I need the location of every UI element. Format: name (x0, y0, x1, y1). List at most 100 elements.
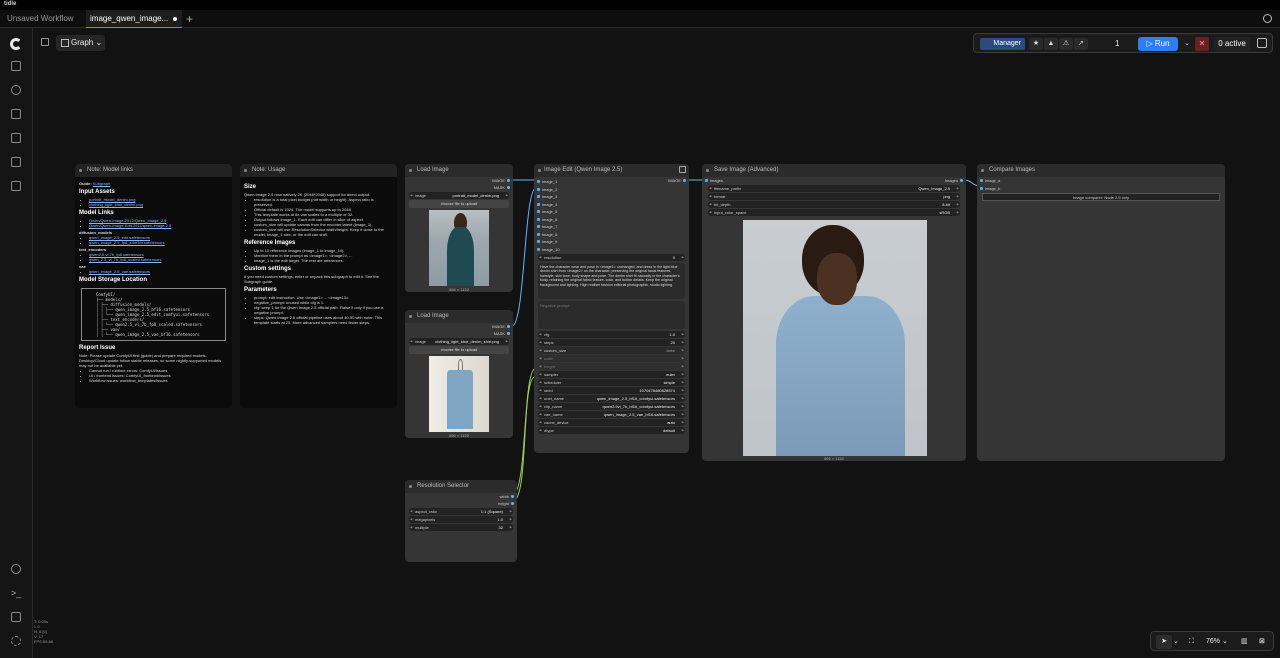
queue-count[interactable]: 1 (1115, 38, 1119, 50)
clip-name-widget[interactable]: clip_name qwen2.5vl_7b_bf16_comfyui.safet… (538, 403, 685, 410)
vae-link[interactable]: qwen_image_2.5_vae.safetensors (89, 269, 150, 274)
image-select[interactable]: image portrait_model_denim.png (409, 192, 509, 199)
zoom-level[interactable]: 76% ⌄ (1206, 635, 1228, 649)
input-image-8[interactable]: image_8 (534, 231, 689, 239)
models-icon[interactable] (11, 85, 21, 95)
input-image-a[interactable]: image_a (977, 177, 1225, 185)
cache-device-widget[interactable]: cache_device auto (538, 419, 685, 426)
user-account-icon[interactable] (1263, 14, 1272, 23)
input-image-9[interactable]: image_9 (534, 238, 689, 246)
tab-image-qwen[interactable]: image_qwen_image... (86, 10, 182, 28)
input-image-4[interactable]: image_4 (534, 201, 689, 209)
negative-prompt-textarea[interactable]: Negative prompt (538, 301, 685, 329)
bit-depth-widget[interactable]: bit_depth 8-bit (708, 201, 960, 208)
node-title[interactable]: Load Image (405, 310, 513, 323)
format-widget[interactable]: format png (708, 193, 960, 200)
multiple-widget[interactable]: multiple 32 (409, 524, 513, 531)
node-title[interactable]: Resolution Selector (405, 480, 517, 493)
run-options-chevron-icon[interactable]: ⌄ (1180, 38, 1194, 50)
output-images[interactable]: images (906, 177, 966, 184)
node-title[interactable]: Load Image (405, 164, 513, 177)
minimap-icon[interactable]: ▥ (1241, 635, 1248, 649)
text-encoder-link[interactable]: qwen_2.5_vl_7b_fp8_scaled.safetensors (89, 257, 162, 262)
guide-link[interactable]: Subgraph (93, 181, 110, 186)
help-icon[interactable] (11, 564, 21, 574)
filename-prefix-widget[interactable]: filename_prefix Qwen_Image_2.5 (708, 185, 960, 192)
input-image-10[interactable]: image_10 (534, 246, 689, 254)
note-usage[interactable]: Note: Usage Size Qwen Image 2.5 now nati… (240, 164, 397, 408)
compare-images-node[interactable]: Compare Images image_a image_b Image com… (977, 164, 1225, 461)
input-image-6[interactable]: image_6 (534, 216, 689, 224)
node-title[interactable]: Save Image (Advanced) (702, 164, 966, 177)
output-image[interactable]: IMAGE (405, 177, 513, 184)
scheduler-widget[interactable]: scheduler simple (538, 379, 685, 386)
run-button[interactable]: ▷ Run (1138, 37, 1178, 51)
open-subgraph-icon[interactable] (679, 166, 686, 173)
link-visibility-icon[interactable]: ⊠ (1259, 635, 1265, 649)
upload-button[interactable]: choose file to upload (409, 200, 509, 208)
note-model-links[interactable]: Note: Model links Guide: Subgraph Input … (75, 164, 232, 408)
seed-widget[interactable]: seed 1070478480828574 (538, 387, 685, 394)
output-mask[interactable]: MASK (405, 330, 513, 337)
workflows-icon[interactable] (11, 133, 21, 143)
input-image-2[interactable]: image_2 (534, 186, 689, 194)
star-icon[interactable]: ★ (1029, 38, 1043, 50)
unet-name-widget[interactable]: unet_name qwen_image_2.5_bf16_comfyui.saf… (538, 395, 685, 402)
output-width[interactable]: width (405, 493, 517, 500)
color-space-widget[interactable]: input_color_space sRGB (708, 209, 960, 216)
templates-icon[interactable] (11, 157, 21, 167)
panel-toggle-icon[interactable] (41, 38, 49, 46)
cursor-mode-chevron-icon[interactable]: ⌄ (1173, 635, 1179, 649)
width-widget[interactable]: width (538, 355, 685, 362)
megapixels-widget[interactable]: megapixels 1.0 (409, 516, 513, 523)
graph-mode-button[interactable]: Graph ⌄ (56, 35, 105, 51)
warning-icon[interactable]: ⚠ (1059, 38, 1073, 50)
fit-view-icon[interactable]: ⛶ (1189, 635, 1194, 649)
resolution-selector-node[interactable]: Resolution Selector width height aspect_… (405, 480, 517, 562)
sampler-widget[interactable]: sampler euler (538, 371, 685, 378)
input-images[interactable]: images (702, 177, 723, 185)
image-edit-node[interactable]: Image Edit (Qwen Image 2.5) IMAGE image_… (534, 164, 689, 453)
load-image-node-1[interactable]: Load Image IMAGE MASK image portrait_mode… (405, 164, 513, 292)
output-preview-image[interactable] (743, 220, 927, 456)
cancel-run-button[interactable]: ✕ (1195, 37, 1209, 51)
share-icon[interactable]: ➚ (1074, 38, 1088, 50)
node-title[interactable]: Note: Model links (75, 164, 232, 177)
right-panel-icon[interactable] (1257, 38, 1267, 48)
aspect-ratio-widget[interactable]: aspect_ratio 1:1 (Square) (409, 508, 513, 515)
input-image-b[interactable]: image_b (977, 185, 1225, 193)
image-select[interactable]: image clothing_light_blue_denim_shirt.png (409, 338, 509, 345)
terminal-icon[interactable]: >_ (11, 588, 21, 598)
alert-icon[interactable]: ▲ (1044, 38, 1058, 50)
tab-unsaved-workflow[interactable]: Unsaved Workflow (4, 10, 82, 39)
input-asset-link[interactable]: clothing_light_blue_denim.png (89, 202, 143, 207)
prompt-textarea[interactable]: Have the character wear and pose in <ima… (538, 263, 685, 299)
images-icon[interactable] (11, 61, 21, 71)
dtype-widget[interactable]: dtype default (538, 427, 685, 434)
node-title[interactable]: Note: Usage (240, 164, 397, 177)
save-image-node[interactable]: Save Image (Advanced) images images file… (702, 164, 966, 461)
queue-icon[interactable] (11, 181, 21, 191)
manager-button[interactable]: Manager (980, 38, 1025, 50)
node-title[interactable]: Compare Images (977, 164, 1225, 177)
active-jobs-button[interactable]: 0 active (1214, 37, 1250, 51)
output-height[interactable]: height (405, 500, 517, 507)
settings-gear-icon[interactable] (11, 636, 21, 646)
resolution-widget[interactable]: resolution 0 (538, 254, 685, 261)
new-tab-plus-icon[interactable]: + (186, 13, 193, 25)
height-widget[interactable]: height (538, 363, 685, 370)
input-image-1[interactable]: image_1 (534, 178, 689, 186)
steps-widget[interactable]: steps 20 (538, 339, 685, 346)
model-link[interactable]: Qwen/Qwen-Image-Edit-2511/qwen-image-2.5 (89, 223, 171, 228)
input-image-7[interactable]: image_7 (534, 223, 689, 231)
keyboard-icon[interactable] (11, 612, 21, 622)
input-image-5[interactable]: image_5 (534, 208, 689, 216)
custom-size-toggle[interactable]: custom_size false (538, 347, 685, 354)
node-title[interactable]: Image Edit (Qwen Image 2.5) (534, 164, 689, 177)
cfg-widget[interactable]: cfg 1.0 (538, 331, 685, 338)
diffusion-link[interactable]: qwen_image_2.5_fp8_e4m3fn.safetensors (89, 240, 165, 245)
output-mask[interactable]: MASK (405, 184, 513, 191)
comfy-logo-icon[interactable] (10, 38, 22, 50)
select-cursor-icon[interactable]: ➤ (1156, 635, 1172, 649)
input-image-3[interactable]: image_3 (534, 193, 689, 201)
